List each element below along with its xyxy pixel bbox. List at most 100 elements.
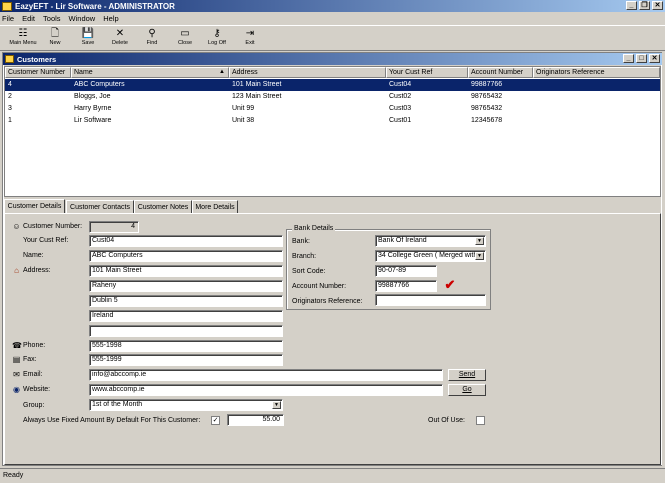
tab-customer-details[interactable]: Customer Details bbox=[4, 199, 65, 214]
chevron-down-icon[interactable]: ▼ bbox=[272, 401, 281, 409]
address-line-2-field[interactable]: Raheny bbox=[89, 280, 283, 292]
column-header-name-label: Name bbox=[74, 69, 93, 76]
new-button[interactable]: 🗋 New bbox=[38, 28, 72, 50]
cell-address: 123 Main Street bbox=[232, 93, 282, 100]
menu-file[interactable]: File bbox=[2, 14, 14, 23]
toolbar: ☷ Main Menu 🗋 New 💾 Save ✕ Delete ⚲ Find ▭ Clo… bbox=[0, 25, 665, 51]
log-off-button[interactable]: ⚷ Log Off bbox=[200, 28, 234, 50]
table-row[interactable]: 4 ABC Computers 101 Main Street Cust04 9… bbox=[5, 79, 660, 91]
find-button[interactable]: ⚲ Find bbox=[135, 28, 169, 50]
menu-window[interactable]: Window bbox=[69, 14, 96, 23]
close-doc-icon: ▭ bbox=[180, 28, 190, 39]
fixed-amount-field[interactable]: 55.00 bbox=[227, 414, 284, 426]
website-field[interactable]: www.abccomp.ie bbox=[89, 384, 443, 396]
log-off-label: Log Off bbox=[208, 40, 226, 46]
fixed-amount-checkbox[interactable]: ✓ bbox=[211, 416, 220, 425]
main-menu-icon: ☷ bbox=[18, 28, 28, 39]
column-header-account-number[interactable]: Account Number bbox=[468, 67, 533, 78]
cell-customer-number: 2 bbox=[8, 93, 12, 100]
send-button[interactable]: Send bbox=[448, 369, 486, 381]
table-row[interactable]: 1 Lir Software Unit 38 Cust01 12345678 bbox=[5, 115, 660, 127]
house-icon: ⌂ bbox=[14, 266, 19, 275]
fax-label: Fax: bbox=[23, 356, 37, 363]
new-icon: 🗋 bbox=[50, 28, 60, 39]
globe-icon: ◉ bbox=[13, 385, 20, 394]
customer-number-field: 4 bbox=[89, 221, 139, 233]
exit-button[interactable]: ⇥ Exit bbox=[233, 28, 267, 50]
address-line-4-field[interactable]: Ireland bbox=[89, 310, 283, 322]
tab-customer-notes[interactable]: Customer Notes bbox=[134, 200, 192, 214]
delete-icon: ✕ bbox=[115, 28, 125, 39]
customer-number-label: Customer Number: bbox=[23, 223, 83, 230]
bank-dropdown[interactable]: Bank Of Ireland ▼ bbox=[375, 235, 486, 247]
phone-icon: ☎ bbox=[12, 341, 22, 350]
column-header-name[interactable]: Name ▲ bbox=[71, 67, 229, 78]
branch-label: Branch: bbox=[292, 253, 317, 260]
cell-originators-reference bbox=[533, 91, 536, 103]
your-cust-ref-field[interactable]: Cust04 bbox=[89, 235, 283, 247]
name-label: Name: bbox=[23, 252, 44, 259]
address-line-5-field[interactable] bbox=[89, 325, 283, 337]
originators-reference-field[interactable] bbox=[375, 294, 486, 306]
fax-field[interactable]: 555-1999 bbox=[89, 354, 283, 366]
email-field[interactable]: info@abccomp.ie bbox=[89, 369, 443, 381]
customers-grid[interactable]: Customer Number Name ▲ Address Your Cust … bbox=[4, 66, 661, 197]
save-icon: 💾 bbox=[81, 28, 95, 39]
menu-edit[interactable]: Edit bbox=[22, 14, 35, 23]
name-field[interactable]: ABC Computers bbox=[89, 250, 283, 262]
cell-account-number: 99887766 bbox=[471, 81, 503, 88]
menu-help[interactable]: Help bbox=[103, 14, 118, 23]
child-close-button[interactable]: ✕ bbox=[649, 54, 660, 63]
column-header-originators-reference[interactable]: Originators Reference bbox=[533, 67, 660, 78]
table-row[interactable]: 3 Harry Byrne Unit 99 Cust03 98765432 bbox=[5, 103, 660, 115]
bank-details-legend: Bank Details bbox=[292, 225, 336, 232]
cell-name: Lir Software bbox=[74, 117, 112, 124]
email-icon: ✉ bbox=[13, 370, 20, 379]
column-header-your-cust-ref[interactable]: Your Cust Ref bbox=[386, 67, 468, 78]
go-button[interactable]: Go bbox=[448, 384, 486, 396]
close-button[interactable]: ✕ bbox=[652, 1, 663, 10]
child-maximize-button[interactable]: □ bbox=[636, 54, 647, 63]
save-button[interactable]: 💾 Save bbox=[71, 28, 105, 50]
close-doc-button[interactable]: ▭ Close bbox=[168, 28, 202, 50]
menu-tools[interactable]: Tools bbox=[43, 14, 61, 23]
cell-originators-reference bbox=[533, 115, 536, 127]
account-number-label: Account Number: bbox=[292, 283, 347, 290]
column-header-address[interactable]: Address bbox=[229, 67, 386, 78]
website-label: Website: bbox=[23, 386, 51, 393]
address-line-3-field[interactable]: Dublin 5 bbox=[89, 295, 283, 307]
cell-name: Bloggs, Joe bbox=[74, 93, 111, 100]
table-row[interactable]: 2 Bloggs, Joe 123 Main Street Cust02 987… bbox=[5, 91, 660, 103]
address-line-1-field[interactable]: 101 Main Street bbox=[89, 265, 283, 277]
delete-label: Delete bbox=[112, 40, 128, 46]
child-minimize-button[interactable]: _ bbox=[623, 54, 634, 63]
column-header-customer-number[interactable]: Customer Number bbox=[5, 67, 71, 78]
sort-code-label: Sort Code: bbox=[292, 268, 326, 275]
tab-customer-contacts[interactable]: Customer Contacts bbox=[66, 200, 134, 214]
cell-originators-reference bbox=[533, 79, 536, 91]
chevron-down-icon[interactable]: ▼ bbox=[475, 237, 484, 245]
cell-customer-number: 4 bbox=[8, 81, 12, 88]
delete-button[interactable]: ✕ Delete bbox=[103, 28, 137, 50]
main-menu-button[interactable]: ☷ Main Menu bbox=[6, 28, 40, 50]
fax-icon: ▤ bbox=[12, 355, 21, 364]
group-dropdown[interactable]: 1st of the Month ▼ bbox=[89, 399, 283, 411]
out-of-use-checkbox[interactable] bbox=[476, 416, 485, 425]
cell-account-number: 12345678 bbox=[471, 117, 503, 124]
account-number-field[interactable]: 99887766 bbox=[375, 280, 437, 292]
minimize-button[interactable]: _ bbox=[626, 1, 637, 10]
phone-field[interactable]: 555-1998 bbox=[89, 340, 283, 352]
exit-label: Exit bbox=[245, 40, 255, 46]
bank-label: Bank: bbox=[292, 238, 310, 245]
tab-more-details[interactable]: More Details bbox=[192, 200, 238, 214]
chevron-down-icon[interactable]: ▼ bbox=[475, 252, 484, 260]
sort-code-field[interactable]: 90-07-89 bbox=[375, 265, 437, 277]
menu-bar: File Edit Tools Window Help bbox=[0, 12, 665, 24]
cell-account-number: 98765432 bbox=[471, 105, 503, 112]
branch-dropdown[interactable]: 34 College Green ( Merged with ▼ bbox=[375, 250, 486, 262]
close-doc-label: Close bbox=[177, 40, 193, 46]
cell-your-cust-ref: Cust03 bbox=[389, 105, 412, 112]
restore-button[interactable]: ❐ bbox=[639, 1, 650, 10]
main-menu-label: Main Menu bbox=[9, 40, 37, 46]
app-icon bbox=[2, 1, 12, 11]
